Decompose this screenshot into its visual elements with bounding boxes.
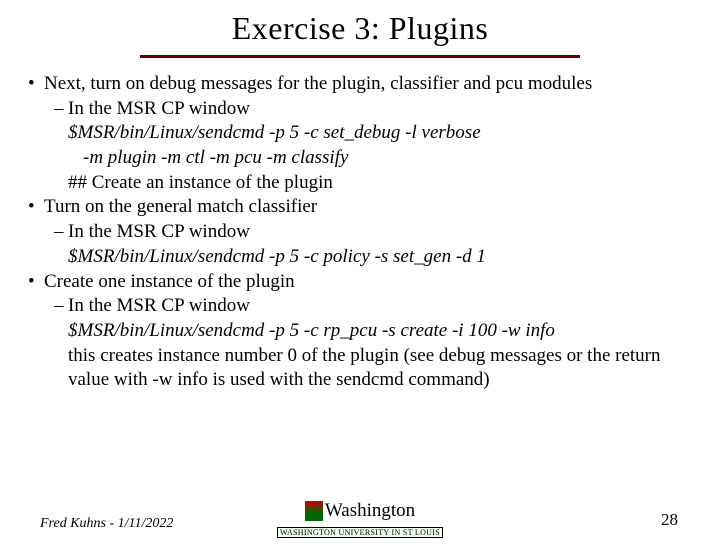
bullet-3-text: Create one instance of the plugin: [44, 271, 295, 292]
bullet-2-sub-1-text: In the MSR CP window: [68, 221, 250, 242]
university-shield-icon: [305, 501, 323, 521]
bullet-3-sub-1: – In the MSR CP window: [28, 294, 692, 319]
footer-university: Washington: [325, 500, 415, 521]
bullet-1-sub-1-text: In the MSR CP window: [68, 98, 250, 119]
footer-subline: WASHINGTON UNIVERSITY IN ST LOUIS: [277, 527, 443, 538]
bullet-3-note: this creates instance number 0 of the pl…: [28, 344, 692, 393]
dash-icon: –: [54, 294, 64, 319]
dash-icon: –: [54, 97, 64, 122]
bullet-2-sub-1: – In the MSR CP window: [28, 220, 692, 245]
bullet-dot-icon: •: [28, 270, 35, 295]
bullet-3: • Create one instance of the plugin: [28, 270, 692, 295]
bullet-1-note: ## Create an instance of the plugin: [28, 171, 692, 196]
bullet-1-cmd-1b: -m plugin -m ctl -m pcu -m classify: [28, 146, 692, 171]
bullet-dot-icon: •: [28, 72, 35, 97]
bullet-2: • Turn on the general match classifier: [28, 195, 692, 220]
footer-author: Fred Kuhns - 1/11/2022: [40, 516, 173, 532]
dash-icon: –: [54, 220, 64, 245]
bullet-1-cmd-1: $MSR/bin/Linux/sendcmd -p 5 -c set_debug…: [28, 121, 692, 146]
slide-content: • Next, turn on debug messages for the p…: [0, 72, 720, 393]
footer-center: Washington WASHINGTON UNIVERSITY IN ST L…: [277, 500, 443, 540]
title-underline: [140, 55, 580, 58]
bullet-1-text: Next, turn on debug messages for the plu…: [44, 73, 592, 94]
page-number: 28: [661, 510, 678, 530]
bullet-2-cmd-1: $MSR/bin/Linux/sendcmd -p 5 -c policy -s…: [28, 245, 692, 270]
bullet-1: • Next, turn on debug messages for the p…: [28, 72, 692, 97]
bullet-2-text: Turn on the general match classifier: [44, 196, 317, 217]
bullet-1-sub-1: – In the MSR CP window: [28, 97, 692, 122]
slide-title: Exercise 3: Plugins: [0, 10, 720, 47]
bullet-dot-icon: •: [28, 195, 35, 220]
bullet-3-cmd-1: $MSR/bin/Linux/sendcmd -p 5 -c rp_pcu -s…: [28, 319, 692, 344]
bullet-3-sub-1-text: In the MSR CP window: [68, 295, 250, 316]
